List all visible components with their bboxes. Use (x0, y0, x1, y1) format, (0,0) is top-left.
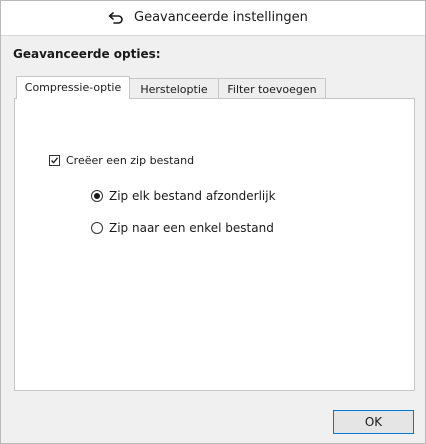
tab-recovery-option[interactable]: Hersteloptie (130, 78, 219, 99)
zip-single-file-label: Zip naar een enkel bestand (109, 221, 274, 235)
radio-unselected-icon (91, 222, 103, 234)
advanced-settings-dialog: Geavanceerde instellingen Geavanceerde o… (0, 0, 426, 444)
back-arrow-icon[interactable] (107, 9, 125, 27)
create-zip-label: Creëer een zip bestand (66, 154, 195, 167)
ok-button[interactable]: OK (333, 410, 414, 434)
compression-options-panel: Creëer een zip bestand Zip elk bestand a… (14, 98, 415, 391)
window-title: Geavanceerde instellingen (134, 10, 308, 25)
tab-compression-option[interactable]: Compressie-optie (16, 76, 130, 99)
section-heading: Geavanceerde opties: (13, 47, 161, 61)
zip-each-file-radio[interactable]: Zip elk bestand afzonderlijk (91, 189, 341, 204)
zip-single-file-radio[interactable]: Zip naar een enkel bestand (91, 221, 341, 236)
tab-add-filter[interactable]: Filter toevoegen (219, 78, 326, 99)
checkbox-checked-icon (49, 155, 60, 166)
radio-selected-icon (91, 190, 103, 202)
create-zip-checkbox[interactable]: Creëer een zip bestand (49, 154, 269, 168)
title-bar: Geavanceerde instellingen (1, 1, 425, 36)
radio-dot (94, 193, 100, 199)
zip-each-file-label: Zip elk bestand afzonderlijk (109, 189, 276, 203)
dialog-footer: OK (1, 398, 425, 443)
